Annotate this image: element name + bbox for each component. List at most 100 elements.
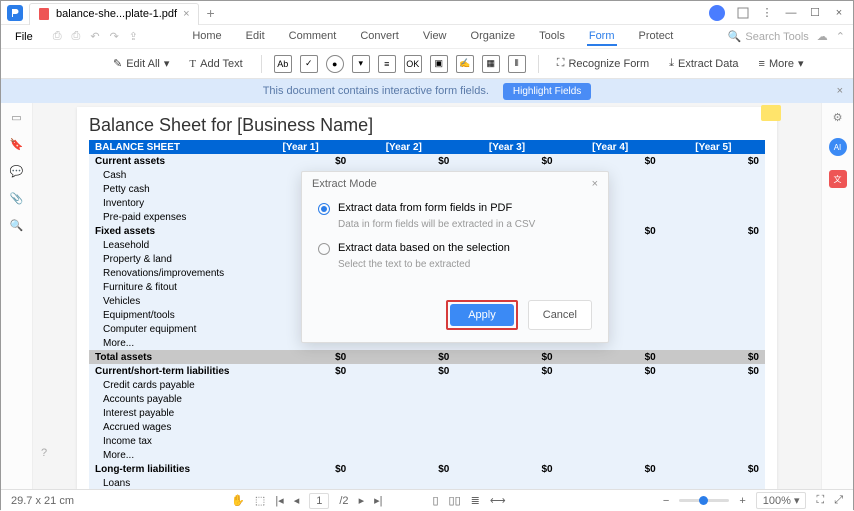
table-section: Long-term liabilities$0$0$0$0$0	[89, 462, 765, 476]
select-tool-icon[interactable]: ⬚	[255, 494, 265, 507]
cloud-icon[interactable]: ☁	[817, 30, 828, 43]
statusbar: 29.7 x 21 cm ✋ ⬚ |◂ ◂ 1 /2 ▸ ▸| ▯ ▯▯ ≣ ⟷…	[1, 489, 853, 511]
menu-form[interactable]: Form	[587, 28, 617, 46]
attachments-icon[interactable]: 📎	[10, 192, 24, 205]
extract-data-button[interactable]: ⤓Extract Data	[663, 54, 744, 73]
settings-icon[interactable]: ⚙	[833, 111, 843, 124]
chevron-down-icon: ▾	[798, 57, 804, 70]
zoom-out-icon[interactable]: −	[663, 495, 669, 507]
single-page-icon[interactable]: ▯	[432, 494, 438, 507]
ai-icon[interactable]: AI	[829, 138, 847, 156]
first-page-icon[interactable]: |◂	[275, 494, 283, 507]
fullscreen-icon[interactable]: ⤢	[834, 494, 843, 507]
search-panel-icon[interactable]: 🔍	[10, 219, 24, 232]
new-tab-button[interactable]: +	[199, 5, 223, 21]
search-icon: 🔍	[728, 30, 742, 43]
menu-home[interactable]: Home	[190, 28, 223, 46]
print-icon[interactable]: ⎙	[72, 30, 81, 43]
add-text-button[interactable]: TAdd Text	[183, 55, 248, 73]
option-form-fields[interactable]: Extract data from form fields in PDF	[318, 202, 592, 215]
edit-all-button[interactable]: ✎Edit All▾	[107, 54, 175, 73]
checkbox-tool[interactable]: ✓	[300, 55, 318, 73]
menu-edit[interactable]: Edit	[244, 28, 267, 46]
file-menu[interactable]: File	[9, 29, 39, 45]
more-button[interactable]: ≡More▾	[753, 54, 810, 73]
sticky-note-icon[interactable]	[761, 105, 781, 121]
pencil-icon: ✎	[113, 57, 122, 70]
save-icon[interactable]: ⎙	[53, 30, 62, 43]
table-row: Loans	[89, 476, 765, 489]
menu-convert[interactable]: Convert	[358, 28, 401, 46]
fit-page-icon[interactable]: ⛶	[816, 494, 824, 507]
user-avatar[interactable]	[709, 5, 725, 21]
next-page-icon[interactable]: ▸	[359, 494, 365, 507]
comments-icon[interactable]: 💬	[10, 165, 24, 178]
document-canvas: Balance Sheet for [Business Name] BALANC…	[33, 103, 821, 489]
option-selection[interactable]: Extract data based on the selection	[318, 242, 592, 255]
radio-icon	[318, 243, 330, 255]
dialog-close-icon[interactable]: ×	[592, 178, 598, 190]
minimize-icon[interactable]: —	[785, 7, 797, 19]
notice-close-icon[interactable]: ×	[837, 85, 843, 97]
option-form-fields-desc: Data in form fields will be extracted in…	[338, 219, 592, 230]
date-tool[interactable]: ▦	[482, 55, 500, 73]
button-tool[interactable]: OK	[404, 55, 422, 73]
app-icon	[1, 1, 29, 25]
table-section: Current/short-term liabilities$0$0$0$0$0	[89, 364, 765, 378]
menu-organize[interactable]: Organize	[469, 28, 518, 46]
prev-page-icon[interactable]: ◂	[294, 494, 300, 507]
table-row: Income tax	[89, 434, 765, 448]
app-menu-icon[interactable]	[737, 7, 749, 19]
dialog-title: Extract Mode	[312, 178, 377, 190]
page-total: /2	[339, 495, 348, 507]
page-number-input[interactable]: 1	[309, 493, 329, 509]
image-tool[interactable]: ▣	[430, 55, 448, 73]
notice-text: This document contains interactive form …	[263, 85, 489, 97]
page-dimensions: 29.7 x 21 cm	[11, 495, 74, 507]
last-page-icon[interactable]: ▸|	[374, 494, 382, 507]
tab-title: balance-she...plate-1.pdf	[56, 8, 177, 20]
form-toolbar: ✎Edit All▾ TAdd Text Ab ✓ ● ▾ ≡ OK ▣ ✍ ▦…	[1, 49, 853, 79]
textfield-tool[interactable]: Ab	[274, 55, 292, 73]
menu-protect[interactable]: Protect	[637, 28, 676, 46]
bookmarks-icon[interactable]: 🔖	[10, 138, 24, 151]
combobox-tool[interactable]: ▾	[352, 55, 370, 73]
apply-button[interactable]: Apply	[450, 304, 514, 326]
menu-comment[interactable]: Comment	[287, 28, 339, 46]
document-tab[interactable]: balance-she...plate-1.pdf ×	[29, 3, 199, 25]
radio-tool[interactable]: ●	[326, 55, 344, 73]
highlight-fields-button[interactable]: Highlight Fields	[503, 83, 591, 100]
menu-tools[interactable]: Tools	[537, 28, 567, 46]
expand-icon[interactable]: ⌃	[836, 30, 845, 43]
two-page-icon[interactable]: ▯▯	[449, 494, 461, 507]
barcode-tool[interactable]: ⦀	[508, 55, 526, 73]
table-section: Current assets$0$0$0$0$0	[89, 154, 765, 168]
search-placeholder: Search Tools	[745, 31, 808, 43]
zoom-slider[interactable]	[679, 499, 729, 502]
redo-icon[interactable]: ↷	[110, 30, 119, 43]
apply-button-highlight: Apply	[446, 300, 518, 330]
hand-tool-icon[interactable]: ✋	[231, 494, 245, 507]
close-window-icon[interactable]: ×	[833, 7, 845, 19]
recognize-form-button[interactable]: ⛶Recognize Form	[551, 54, 655, 73]
zoom-value[interactable]: 100% ▾	[756, 492, 807, 509]
menu-view[interactable]: View	[421, 28, 449, 46]
signature-tool[interactable]: ✍	[456, 55, 474, 73]
listbox-tool[interactable]: ≡	[378, 55, 396, 73]
continuous-icon[interactable]: ≣	[471, 494, 480, 507]
share-icon[interactable]: ⇪	[129, 30, 138, 43]
search-tools[interactable]: 🔍 Search Tools	[728, 30, 809, 43]
translate-icon[interactable]: 文	[829, 170, 847, 188]
table-section: Total assets$0$0$0$0$0	[89, 350, 765, 364]
fit-width-icon[interactable]: ⟷	[490, 494, 506, 507]
thumbnails-icon[interactable]: ▭	[11, 111, 21, 124]
kebab-icon[interactable]: ⋮	[761, 7, 773, 19]
tab-close-icon[interactable]: ×	[183, 8, 189, 20]
text-icon: T	[189, 58, 196, 70]
maximize-icon[interactable]: ☐	[809, 7, 821, 19]
undo-icon[interactable]: ↶	[90, 30, 99, 43]
form-notice-bar: This document contains interactive form …	[1, 79, 853, 103]
help-icon[interactable]: ?	[41, 447, 47, 459]
zoom-in-icon[interactable]: +	[739, 495, 745, 507]
cancel-button[interactable]: Cancel	[528, 300, 592, 330]
